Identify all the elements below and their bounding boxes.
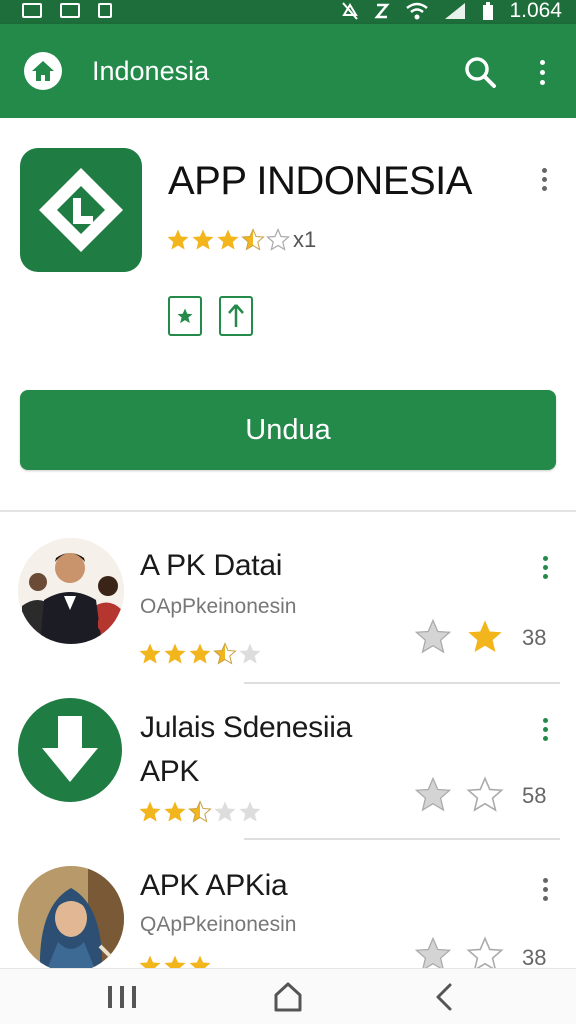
star-full-icon [164, 643, 186, 664]
star-full-icon [139, 801, 161, 822]
app-title: APP INDONESIA [168, 159, 472, 203]
download-icon [18, 698, 122, 802]
status-time: 1.064 [509, 0, 562, 22]
install-button[interactable]: Undua [20, 390, 556, 470]
star-outline-icon[interactable] [466, 776, 504, 814]
home-icon[interactable] [24, 52, 62, 90]
star-half-icon [188, 800, 212, 823]
list-item-name: A PK Datai [140, 549, 283, 582]
list-item-count: 58 [522, 783, 547, 808]
system-nav-bar [0, 968, 576, 1024]
app-bar-title: Indonesia [92, 56, 210, 86]
home-outline-icon[interactable] [268, 979, 308, 1015]
star-empty-icon [266, 228, 290, 251]
star-half-icon [241, 228, 265, 251]
star-full-icon [189, 643, 211, 664]
star-gray-icon[interactable] [414, 776, 452, 814]
featured-app-card: APP INDONESIA x1 Undua [0, 118, 576, 510]
list-item[interactable]: APK APKia QApPkeinonesin 38 [0, 840, 576, 976]
list-item-name: Julais Sdenesiia [140, 711, 352, 744]
list-item[interactable]: A PK Datai OApPkeinonesin 38 [0, 512, 576, 684]
rating-count: x1 [293, 227, 317, 252]
woman-photo [18, 866, 124, 972]
list-item-side-stars [414, 618, 504, 656]
app-bar: Indonesia [0, 24, 576, 118]
battery-icon [483, 2, 494, 20]
no-sound-icon [342, 2, 359, 20]
wifi-icon [406, 2, 429, 20]
upload-icon [219, 296, 253, 336]
more-vert-icon[interactable] [538, 556, 552, 579]
list-item-subtitle: QApPkeinonesin [140, 913, 297, 936]
star-full-icon [167, 229, 189, 250]
editors-choice-icon [168, 296, 202, 336]
notification-icon [22, 3, 42, 18]
more-vert-icon[interactable] [532, 54, 552, 90]
app-rating: x1 [166, 228, 316, 252]
star-full-icon [139, 643, 161, 664]
status-bar: 1.064 [0, 0, 576, 24]
star-empty-icon [214, 801, 236, 822]
star-gray-icon[interactable] [414, 618, 452, 656]
star-empty-icon [239, 643, 261, 664]
signal-icon [445, 3, 466, 19]
star-full-icon [164, 801, 186, 822]
list-item-side-stars [414, 776, 504, 814]
image-icon [60, 3, 80, 18]
app-logo-icon [20, 148, 142, 272]
more-vert-icon[interactable] [538, 718, 552, 741]
star-empty-icon [239, 801, 261, 822]
no-signal-icon [374, 3, 391, 19]
list-item[interactable]: Julais Sdenesiia APK 58 [0, 684, 576, 840]
back-icon[interactable] [428, 979, 460, 1015]
list-item-rating [138, 642, 262, 666]
list-item-name-line2: APK [140, 755, 200, 788]
star-full-icon [192, 229, 214, 250]
list-item-name: APK APKia [140, 869, 288, 902]
more-vert-icon[interactable] [538, 878, 552, 901]
people-photo [18, 538, 124, 644]
recents-icon[interactable] [102, 979, 142, 1015]
star-gold-icon[interactable] [466, 618, 504, 656]
phone-icon [98, 3, 112, 18]
search-icon[interactable] [462, 54, 498, 90]
status-notifications [22, 3, 112, 18]
list-item-rating [138, 800, 262, 824]
more-vert-icon[interactable] [536, 168, 552, 200]
list-item-count: 38 [522, 625, 547, 650]
status-system-icons: 1.064 [341, 0, 562, 22]
list-item-subtitle: OApPkeinonesin [140, 595, 297, 618]
star-full-icon [217, 229, 239, 250]
star-half-icon [213, 642, 237, 665]
